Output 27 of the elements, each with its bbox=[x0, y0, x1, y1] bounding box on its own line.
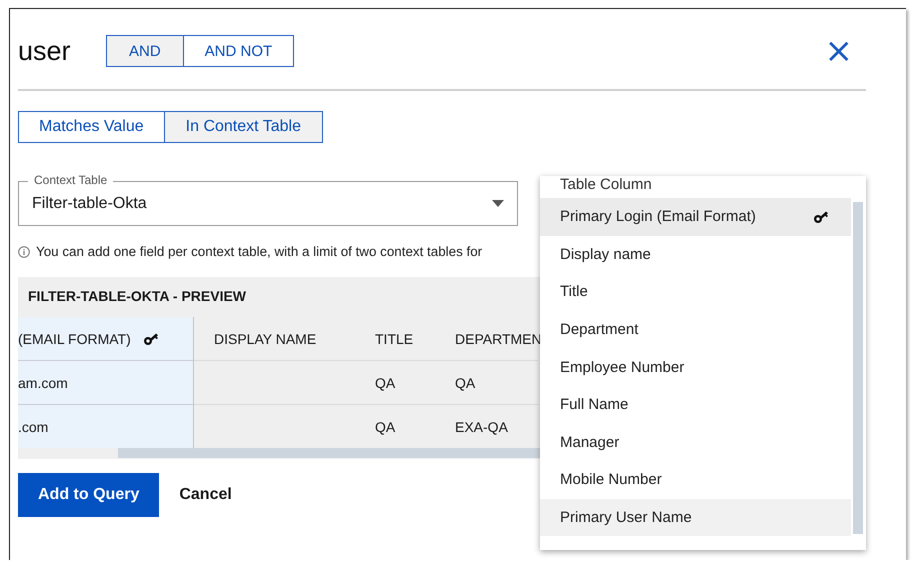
context-table-select[interactable]: Context Table Filter-table-Okta bbox=[18, 172, 518, 226]
column-header: (EMAIL FORMAT) bbox=[18, 317, 194, 360]
table-cell: QA bbox=[435, 360, 538, 404]
caret-icon bbox=[492, 200, 504, 207]
menu-item[interactable]: Primary Login (Email Format) bbox=[540, 198, 851, 236]
info-icon bbox=[18, 246, 30, 258]
column-header: TITLE bbox=[374, 330, 414, 348]
operator-toggle[interactable]: AND NOT bbox=[182, 35, 294, 67]
select-value: Filter-table-Okta bbox=[32, 194, 147, 212]
match-mode-toggle[interactable]: In Context Table bbox=[164, 111, 323, 143]
scrollbar[interactable] bbox=[853, 202, 863, 534]
menu-header: Table Column bbox=[560, 176, 652, 193]
info-text: You can add one field per context table, with a limit of two context tables for bbox=[36, 244, 482, 259]
column-header: DEPARTMEN bbox=[454, 330, 538, 348]
key-icon bbox=[142, 332, 161, 346]
dialog-title: user bbox=[18, 36, 72, 66]
key-icon bbox=[813, 210, 831, 224]
operator-toggle[interactable]: AND bbox=[106, 35, 184, 67]
add-to-query-button[interactable]: Add to Query bbox=[18, 473, 160, 517]
match-mode-toggle[interactable]: Matches Value bbox=[18, 111, 165, 143]
cancel-button[interactable]: Cancel bbox=[179, 486, 232, 504]
table-cell: am.com bbox=[18, 360, 194, 404]
menu-item[interactable]: Primary User Name bbox=[540, 498, 851, 536]
preview-title: FILTER-TABLE-OKTA - PREVIEW bbox=[28, 288, 246, 304]
table-cell: QA bbox=[355, 360, 435, 404]
column-header: DISPLAY NAME bbox=[213, 330, 318, 348]
table-cell: .com bbox=[18, 404, 194, 448]
